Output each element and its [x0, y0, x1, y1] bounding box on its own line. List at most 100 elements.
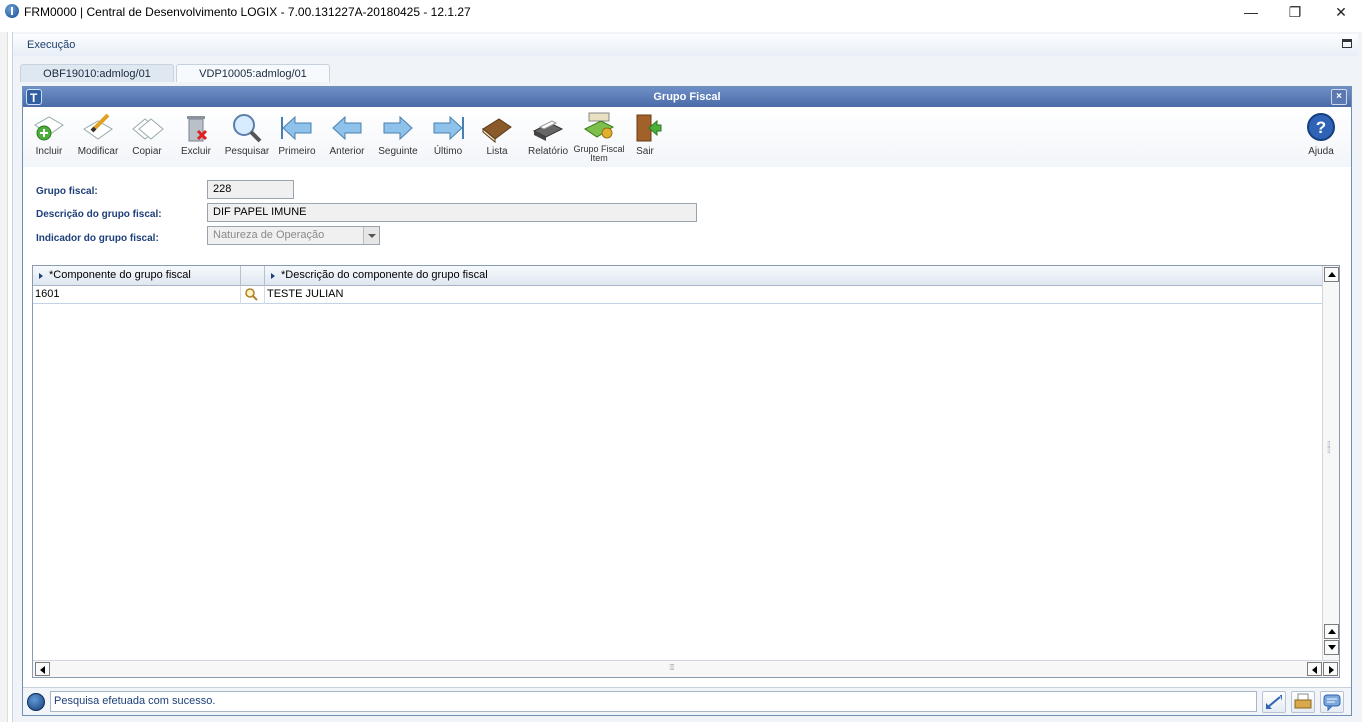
search-icon	[233, 114, 262, 143]
relatorio-button[interactable]: Relatório	[522, 111, 574, 167]
scroll-left-button[interactable]	[35, 662, 50, 676]
sort-arrow-icon	[39, 273, 43, 279]
excluir-label: Excluir	[180, 146, 211, 157]
window-titlebar: FRM0000 | Central de Desenvolvimento LOG…	[0, 0, 1366, 24]
frame-titlebar: Grupo Fiscal ×	[23, 87, 1351, 108]
grupo-fiscal-label: Grupo fiscal:	[36, 186, 98, 197]
grid-header: *Componente do grupo fiscal *Descrição d…	[33, 266, 1323, 286]
grupo-fiscal-item-button[interactable]: Grupo Fiscal Item	[573, 111, 625, 167]
sair-label: Sair	[636, 146, 654, 157]
ajuda-button[interactable]: ? Ajuda	[1295, 111, 1347, 167]
descricao-grupo-fiscal-field[interactable]: DIF PAPEL IMUNE	[207, 203, 697, 222]
menu-minimize-icon[interactable]	[1342, 39, 1352, 48]
cell-componente[interactable]: 1601	[33, 286, 241, 304]
scroll-down-button[interactable]	[1324, 640, 1339, 655]
book-list-icon	[482, 118, 512, 144]
magnifier-icon	[245, 288, 258, 301]
minimize-button[interactable]: —	[1228, 2, 1274, 22]
help-icon: ?	[1307, 113, 1335, 141]
scroll-up-button[interactable]	[1324, 267, 1339, 282]
indicador-selected-value: Natureza de Operação	[213, 229, 325, 241]
left-collapse-strip[interactable]	[0, 32, 8, 722]
tab-vdp10005[interactable]: VDP10005:admlog/01	[176, 64, 330, 82]
incluir-label: Incluir	[35, 146, 63, 157]
seguinte-button[interactable]: Seguinte	[372, 111, 424, 167]
close-button[interactable]: ✕	[1318, 2, 1364, 22]
next-arrow-icon	[383, 115, 413, 141]
descricao-grupo-fiscal-label: Descrição do grupo fiscal:	[36, 209, 162, 220]
printer-small-icon	[1294, 693, 1312, 709]
trash-icon	[187, 116, 208, 142]
toolbar: Incluir Modificar Copiar Excluir Pesquis…	[23, 107, 1351, 167]
ultimo-button[interactable]: Último	[422, 111, 474, 167]
exit-door-icon	[636, 114, 662, 142]
primeiro-label: Primeiro	[278, 146, 316, 157]
primeiro-button[interactable]: Primeiro	[271, 111, 323, 167]
tab-obf19010[interactable]: OBF19010:admlog/01	[20, 64, 174, 82]
ultimo-label: Último	[433, 146, 463, 157]
vertical-scrollbar[interactable]: ⁞⁞ ⁞⁞	[1322, 266, 1339, 661]
componentes-grid: *Componente do grupo fiscal *Descrição d…	[32, 265, 1340, 678]
incluir-button[interactable]: Incluir	[23, 111, 75, 167]
restore-button[interactable]: ❐	[1272, 2, 1318, 22]
zoom-lookup-button[interactable]	[241, 286, 265, 304]
copy-icon	[132, 118, 164, 140]
scroll-grip-icon: ⁞⁞ ⁞⁞	[1327, 440, 1331, 455]
status-message: Pesquisa efetuada com sucesso.	[50, 691, 1257, 712]
column-header-lookup	[241, 266, 265, 286]
column-header-descricao[interactable]: *Descrição do componente do grupo fiscal	[265, 266, 1323, 286]
money-bills-icon	[584, 112, 615, 139]
menu-bar: Execução	[13, 34, 1358, 56]
ajuda-label: Ajuda	[1308, 146, 1334, 157]
chevron-down-icon[interactable]	[363, 227, 379, 244]
menu-execucao[interactable]: Execução	[27, 39, 75, 51]
modificar-label: Modificar	[77, 146, 119, 157]
expand-icon[interactable]	[1262, 691, 1286, 713]
totvs-logo-icon	[26, 88, 42, 108]
first-arrow-icon	[281, 115, 312, 141]
pesquisar-label: Pesquisar	[224, 146, 270, 157]
grupo-fiscal-field[interactable]: 228	[207, 180, 294, 199]
relatorio-label: Relatório	[527, 146, 569, 157]
svg-text:?: ?	[1316, 118, 1326, 137]
copiar-label: Copiar	[132, 146, 162, 157]
print-screen-icon[interactable]	[1291, 691, 1315, 713]
frame-title: Grupo Fiscal	[653, 91, 721, 103]
hscroll-grip-icon: ⁞⁞⁞⁞	[669, 663, 675, 672]
add-document-icon	[34, 116, 64, 141]
scroll-up-bottom-button[interactable]	[1324, 624, 1339, 639]
chat-bubble-icon	[1323, 694, 1341, 712]
resize-arrow-icon	[1266, 695, 1282, 709]
last-arrow-icon	[433, 115, 464, 141]
lista-button[interactable]: Lista	[471, 111, 523, 167]
previous-arrow-icon	[332, 115, 362, 141]
horizontal-scrollbar[interactable]: ⁞⁞⁞⁞	[33, 660, 1339, 677]
edit-pencil-icon	[83, 113, 113, 140]
scroll-right-button[interactable]	[1323, 662, 1338, 676]
indicador-grupo-fiscal-label: Indicador do grupo fiscal:	[36, 233, 159, 244]
lista-label: Lista	[486, 146, 508, 157]
grupo-fiscal-window: Grupo Fiscal × Incluir Modificar	[22, 86, 1352, 716]
scroll-left-end-button[interactable]	[1307, 662, 1322, 676]
pesquisar-button[interactable]: Pesquisar	[221, 111, 273, 167]
cell-descricao[interactable]: TESTE JULIAN	[265, 286, 1323, 304]
sair-button[interactable]: Sair	[619, 111, 671, 167]
frame-close-button[interactable]: ×	[1331, 89, 1347, 105]
anterior-button[interactable]: Anterior	[321, 111, 373, 167]
globe-icon	[27, 693, 45, 711]
printer-icon	[532, 120, 564, 141]
table-row[interactable]: 1601 TESTE JULIAN	[33, 286, 1323, 304]
column-header-descricao-label: *Descrição do componente do grupo fiscal	[281, 269, 488, 281]
indicador-grupo-fiscal-select[interactable]: Natureza de Operação	[207, 226, 380, 245]
sort-arrow-icon	[271, 273, 275, 279]
messages-icon[interactable]	[1320, 691, 1344, 713]
modificar-button[interactable]: Modificar	[72, 111, 124, 167]
anterior-label: Anterior	[329, 146, 365, 157]
copiar-button[interactable]: Copiar	[121, 111, 173, 167]
column-header-componente[interactable]: *Componente do grupo fiscal	[33, 266, 241, 286]
status-bar: Pesquisa efetuada com sucesso.	[23, 687, 1351, 715]
grupo-fiscal-item-label-2: Item	[590, 153, 608, 163]
seguinte-label: Seguinte	[378, 146, 418, 157]
excluir-button[interactable]: Excluir	[170, 111, 222, 167]
column-header-componente-label: *Componente do grupo fiscal	[49, 269, 191, 281]
